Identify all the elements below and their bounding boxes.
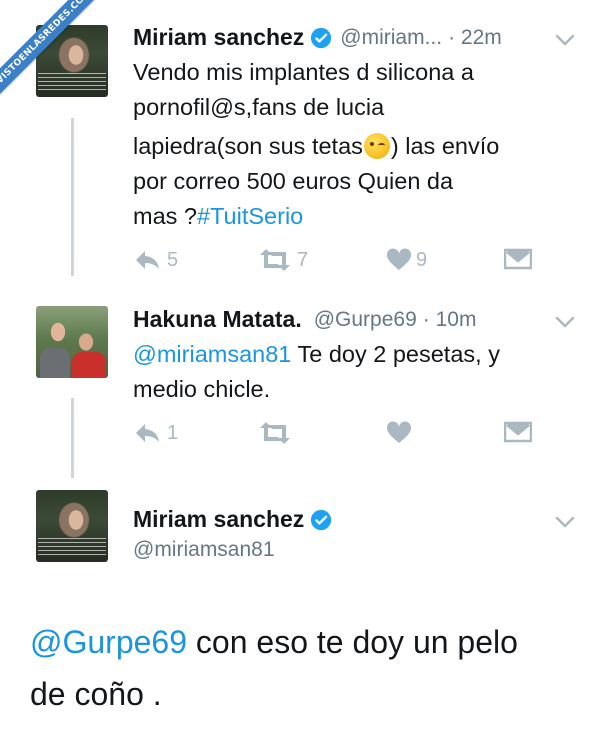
reply-icon bbox=[136, 251, 159, 269]
retweet-icon bbox=[260, 422, 290, 444]
tweet-text-line: ) las envío bbox=[390, 133, 500, 159]
direct-message-button[interactable] bbox=[504, 421, 532, 443]
chevron-down-icon[interactable] bbox=[555, 516, 575, 528]
tweet-text: @Gurpe69 con eso te doy un pelo de coño … bbox=[30, 616, 575, 720]
retweet-count: 7 bbox=[297, 248, 309, 271]
timestamp[interactable]: · 22m bbox=[448, 26, 502, 50]
direct-message-button[interactable] bbox=[504, 248, 532, 270]
envelope-icon bbox=[504, 248, 532, 270]
user-handle[interactable]: @Gurpe69 bbox=[314, 308, 417, 332]
envelope-icon bbox=[504, 421, 532, 443]
tweet-header: Miriam sanchez bbox=[133, 506, 332, 533]
like-button[interactable] bbox=[386, 421, 412, 445]
mention-link[interactable]: @miriamsan81 bbox=[133, 341, 291, 367]
like-count: 9 bbox=[416, 248, 428, 271]
tweet-text-line: medio chicle. bbox=[133, 376, 271, 402]
tweet-text: @miriamsan81 Te doy 2 pesetas, y medio c… bbox=[133, 337, 573, 407]
reply-icon bbox=[136, 424, 159, 442]
tweet-header: Miriam sanchez @miriam... · 22m bbox=[133, 24, 502, 51]
tweet-text-line: lapiedra(son sus tetas bbox=[133, 133, 363, 159]
watermark-text: VISTOENLASREDES.COM bbox=[0, 0, 115, 108]
like-button[interactable]: 9 bbox=[386, 248, 427, 272]
tweet-header: Hakuna Matata. @Gurpe69 · 10m bbox=[133, 306, 476, 333]
tweet-text-line: pornofil@s,fans de lucia bbox=[133, 94, 385, 120]
reply-button[interactable]: 5 bbox=[133, 248, 178, 272]
retweet-button[interactable] bbox=[257, 421, 293, 445]
tweet-subheader: @miriamsan81 bbox=[133, 538, 275, 562]
tweet-text-line: Te doy 2 pesetas, y bbox=[291, 341, 500, 367]
tweet-hakuna[interactable]: Hakuna Matata. @Gurpe69 · 10m @miriamsan… bbox=[0, 290, 599, 478]
retweet-icon bbox=[260, 249, 290, 271]
reply-count: 5 bbox=[167, 248, 179, 271]
retweet-button[interactable]: 7 bbox=[257, 248, 308, 272]
timestamp[interactable]: · 10m bbox=[423, 308, 477, 332]
tweet-text-line: por correo 500 euros Quien da bbox=[133, 168, 454, 194]
tweet-text-line: de coño . bbox=[30, 676, 162, 712]
heart-icon bbox=[386, 421, 412, 443]
watermark-ribbon: VISTOENLASREDES.COM bbox=[0, 0, 120, 120]
hashtag-link[interactable]: #TuitSerio bbox=[197, 203, 303, 229]
reply-button[interactable]: 1 bbox=[133, 421, 178, 445]
display-name[interactable]: Miriam sanchez bbox=[133, 24, 304, 51]
verified-badge-icon bbox=[311, 27, 332, 48]
winking-face-emoji-icon bbox=[363, 133, 390, 159]
display-name[interactable]: Miriam sanchez bbox=[133, 506, 304, 533]
chevron-down-icon[interactable] bbox=[555, 316, 575, 328]
user-handle[interactable]: @miriamsan81 bbox=[133, 538, 275, 562]
heart-icon bbox=[386, 248, 412, 270]
tweet-text-line: mas ? bbox=[133, 203, 197, 229]
user-handle[interactable]: @miriam... bbox=[340, 26, 442, 50]
avatar[interactable] bbox=[36, 306, 108, 378]
verified-badge-icon bbox=[311, 509, 332, 530]
tweet-text-line: con eso te doy un pelo bbox=[187, 624, 518, 660]
tweet-text: Vendo mis implantes d silicona a pornofi… bbox=[133, 55, 573, 234]
display-name[interactable]: Hakuna Matata. bbox=[133, 306, 302, 333]
avatar[interactable] bbox=[36, 490, 108, 562]
thread-line bbox=[71, 118, 74, 276]
tweet-text-line: Vendo mis implantes d silicona a bbox=[133, 59, 474, 85]
chevron-down-icon[interactable] bbox=[555, 34, 575, 46]
thread-line bbox=[71, 398, 74, 478]
tweet-miriam-expanded[interactable]: Miriam sanchez @miriamsan81 @Gurpe69 con… bbox=[0, 470, 599, 756]
reply-count: 1 bbox=[167, 421, 179, 444]
mention-link[interactable]: @Gurpe69 bbox=[30, 624, 187, 660]
